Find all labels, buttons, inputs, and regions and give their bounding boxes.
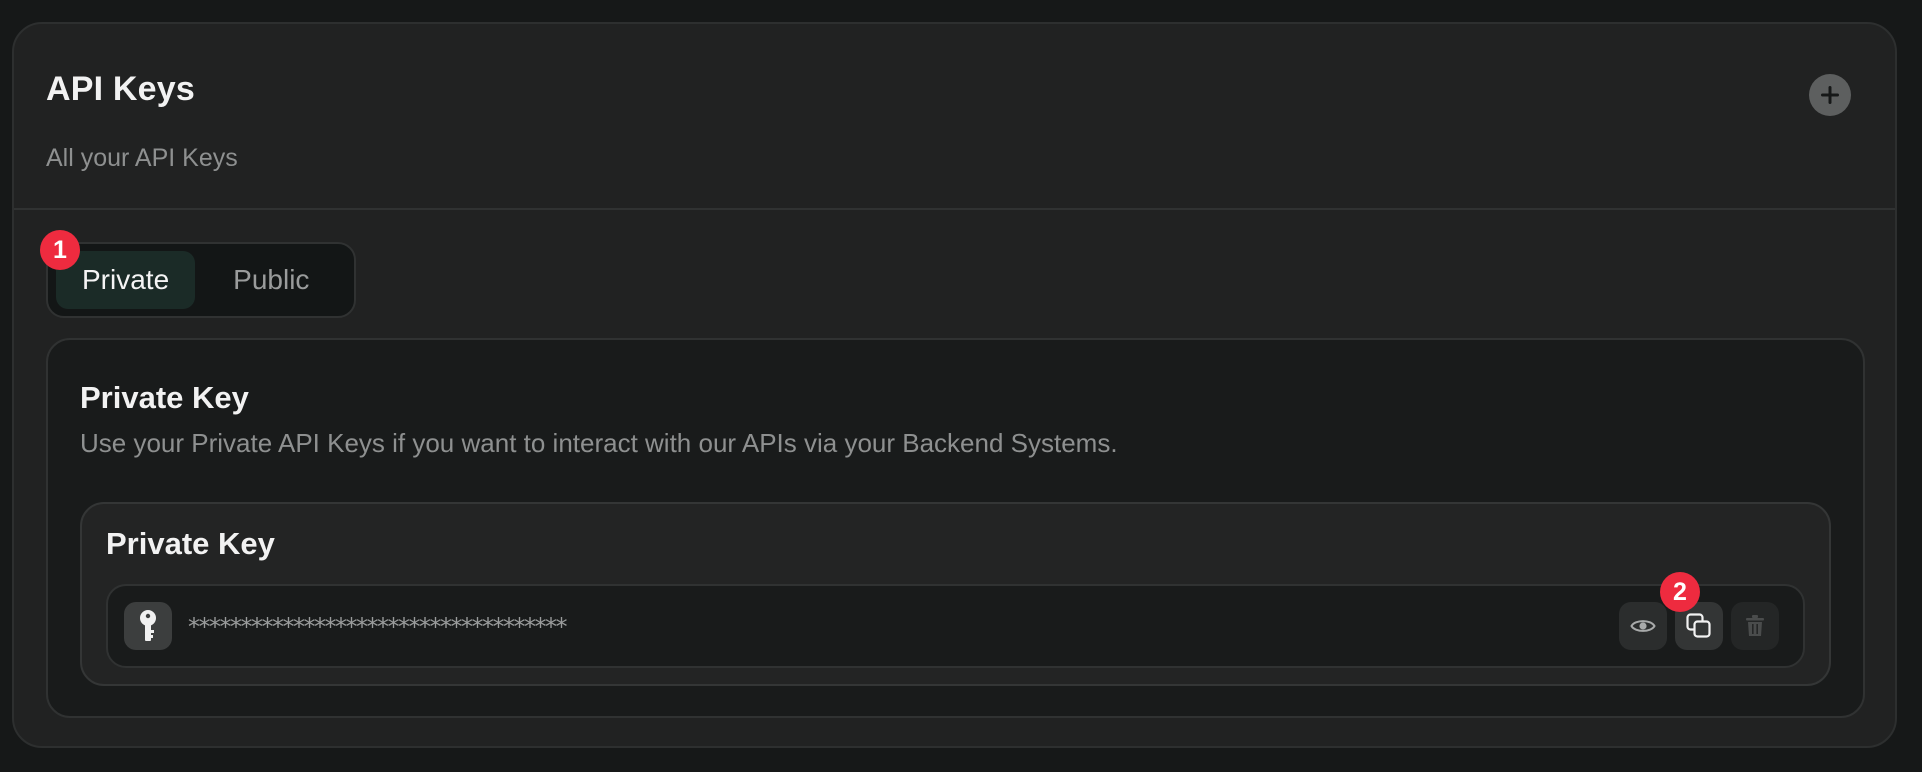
private-key-field: ************************************ [106,584,1805,668]
key-box-title: Private Key [106,526,275,561]
panel-description: Use your Private API Keys if you want to… [80,428,1118,458]
private-key-box: Private Key ****************************… [80,502,1831,686]
copy-icon [1686,613,1711,638]
key-icon [124,602,172,650]
trash-icon [1746,615,1764,636]
view-key-button[interactable] [1619,602,1667,650]
tab-public-label: Public [233,264,310,295]
masked-key-value: ************************************ [188,613,568,641]
page-title: API Keys [46,70,196,108]
key-type-tabs: Private Public [46,242,356,318]
delete-key-button[interactable] [1731,602,1779,650]
tab-public[interactable]: Public [207,251,335,309]
plus-circle-icon [1821,86,1839,104]
api-keys-card: API Keys All your API Keys Private Publi… [12,22,1897,748]
step-marker-2: 2 [1660,572,1700,612]
card-header: API Keys All your API Keys [14,24,1895,210]
panel-title: Private Key [80,380,249,415]
step-marker-1: 1 [40,230,80,270]
eye-icon [1630,620,1656,632]
private-key-panel: Private Key Use your Private API Keys if… [46,338,1865,718]
add-api-key-button[interactable] [1809,74,1851,116]
tab-private-label: Private [82,264,170,295]
page-subtitle: All your API Keys [46,144,238,172]
